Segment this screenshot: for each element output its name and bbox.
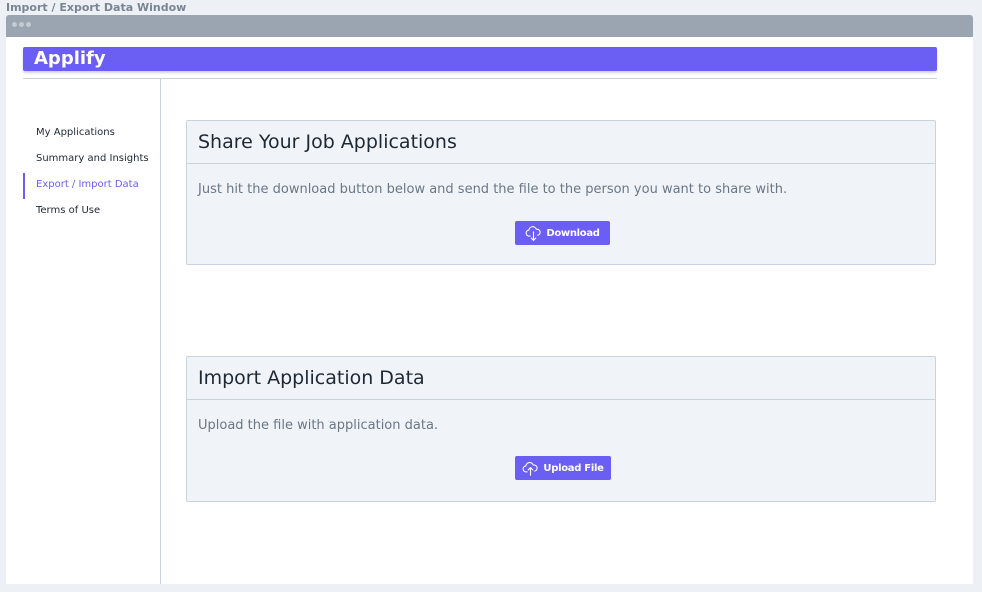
sidebar-item-my-applications[interactable]: My Applications — [23, 121, 159, 147]
app-header: Applify — [23, 47, 937, 71]
sidebar-divider — [160, 79, 161, 584]
import-card: Import Application Data Upload the file … — [186, 356, 936, 502]
share-card-title: Share Your Job Applications — [187, 121, 935, 164]
upload-file-button[interactable]: Upload File — [515, 456, 611, 480]
download-button-label: Download — [546, 227, 600, 239]
window-caption: Import / Export Data Window — [6, 1, 187, 14]
app-title: Applify — [34, 48, 106, 69]
window-dot-icon — [19, 22, 24, 27]
sidebar-item-summary-and-insights[interactable]: Summary and Insights — [23, 147, 159, 173]
download-button[interactable]: Download — [515, 221, 610, 245]
window-controls — [12, 22, 31, 27]
window-dot-icon — [26, 22, 31, 27]
upload-file-button-label: Upload File — [543, 462, 604, 474]
sidebar-nav: My Applications Summary and Insights Exp… — [23, 121, 159, 225]
sidebar-item-export-import-data[interactable]: Export / Import Data — [23, 173, 159, 199]
window-dot-icon — [12, 22, 17, 27]
cloud-upload-icon — [522, 460, 539, 477]
share-card-description: Just hit the download button below and s… — [198, 182, 788, 197]
cloud-download-icon — [525, 225, 542, 242]
window-titlebar[interactable] — [6, 15, 973, 37]
app-window: Applify My Applications Summary and Insi… — [6, 37, 973, 584]
import-card-title: Import Application Data — [187, 357, 935, 400]
share-card: Share Your Job Applications Just hit the… — [186, 120, 936, 265]
import-card-description: Upload the file with application data. — [198, 418, 439, 433]
sidebar-item-terms-of-use[interactable]: Terms of Use — [23, 199, 159, 225]
